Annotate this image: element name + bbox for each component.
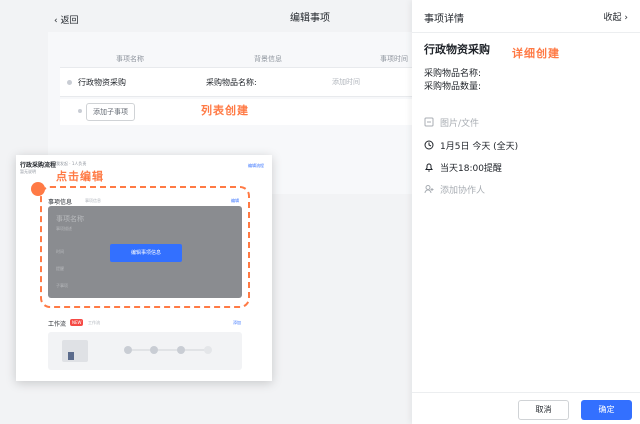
callout-list-create: 列表创建 [201, 104, 249, 117]
item-detail-panel: 事项详情 收起 › 行政物资采购 详细创建 采购物品名称: 采购物品数量: 图片… [412, 0, 640, 424]
workflow-steps-graphic [62, 340, 212, 362]
cancel-button[interactable]: 取消 [518, 400, 569, 420]
thumb-subtitle: 我发起 · 1人负责 [56, 161, 87, 166]
add-child-button[interactable]: 添加子事项 [86, 103, 135, 121]
back-button[interactable]: ‹ 返回 [54, 13, 78, 26]
workflow-hint: 工作流 [88, 320, 100, 325]
thumb-panel-desc: 事项描述 [56, 226, 72, 231]
editor-title: 编辑事项 [290, 13, 330, 24]
workflow-title: 工作流 [48, 321, 67, 328]
bell-icon [425, 163, 433, 172]
thumb-panel-title: 事项名称 [56, 215, 84, 223]
callout-detail-create: 详细创建 [512, 47, 560, 60]
panel-footer: 取消 确定 [412, 392, 640, 424]
thumb-section-edit: 编辑 [231, 198, 239, 203]
attachment-icon [424, 117, 434, 127]
thumb-row-reminder: 提醒 [56, 266, 64, 271]
clock-icon [424, 140, 434, 150]
table-row[interactable]: 行政物资采购 采购物品名称: 添加时间 [60, 67, 412, 97]
workflow-add: 添加 [233, 320, 241, 325]
thumb-subtitle-2: 暂无说明 [20, 169, 36, 174]
thumb-link: 编辑流程 [248, 163, 264, 168]
collaborator-label: 添加协作人 [440, 186, 486, 196]
attachment-label: 图片/文件 [440, 119, 480, 129]
panel-header: 事项详情 收起 › [412, 0, 640, 33]
column-header-name: 事项名称 [116, 55, 144, 63]
column-header-time: 事项时间 [380, 55, 408, 63]
edit-item-info-button[interactable]: 编辑事项信息 [110, 244, 182, 262]
workflow-preview [48, 332, 242, 370]
thumb-section-title: 事项信息 [48, 199, 73, 206]
panel-title: 事项详情 [424, 14, 464, 25]
confirm-button[interactable]: 确定 [581, 400, 632, 420]
row-bullet [67, 80, 72, 85]
row-background[interactable]: 采购物品名称: [206, 77, 257, 88]
workflow-new-badge: NEW [70, 319, 84, 326]
field-item-name[interactable]: 采购物品名称: [424, 66, 481, 79]
editor-topbar: ‹ 返回 编辑事项 [0, 0, 412, 36]
item-name[interactable]: 行政物资采购 [424, 41, 490, 57]
date-label: 1月5日 今天 (全天) [440, 142, 519, 152]
thumb-row-time: 时间 [56, 249, 64, 254]
collapse-button[interactable]: 收起 › [604, 10, 628, 23]
callout-click-edit: 点击编辑 [56, 170, 104, 183]
row-time[interactable]: 添加时间 [332, 77, 360, 87]
add-user-icon [424, 185, 434, 194]
child-bullet [78, 109, 82, 113]
thumb-title: 行政采购流程 [20, 162, 57, 169]
field-item-quantity[interactable]: 采购物品数量: [424, 79, 481, 92]
column-header-background: 背景信息 [254, 55, 282, 63]
thumb-section-hint: 事项信息 [85, 198, 101, 203]
thumb-row-child: 子事项 [56, 283, 68, 288]
reminder-label: 当天18:00提醒 [440, 164, 502, 174]
row-name[interactable]: 行政物资采购 [78, 77, 126, 88]
